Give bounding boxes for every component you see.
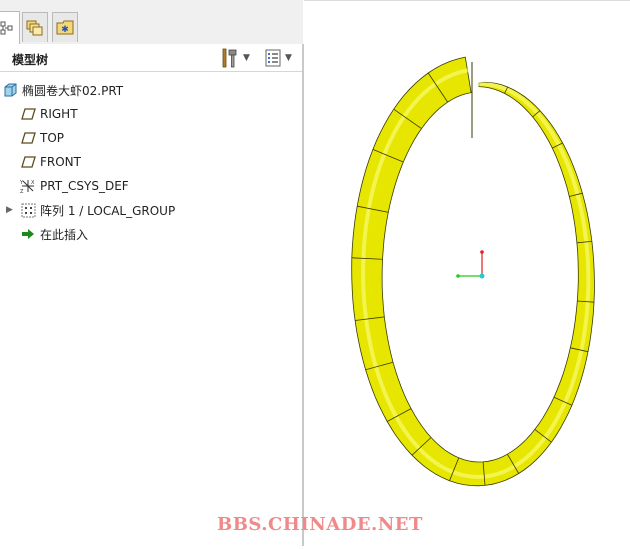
- display-dropdown-button[interactable]: ▼: [265, 47, 292, 69]
- pattern-icon: [20, 202, 36, 218]
- chevron-down-icon: ▼: [243, 53, 250, 63]
- model-3d-render: [351, 56, 595, 487]
- y-axis-tip: [480, 250, 484, 254]
- coordinate-system-icon: Y X Z: [20, 178, 36, 194]
- tree-item-right[interactable]: RIGHT: [0, 102, 303, 126]
- expand-arrow-icon[interactable]: ▶: [6, 205, 20, 215]
- coordinate-system-triad: [456, 250, 485, 279]
- chevron-down-icon: ▼: [285, 53, 292, 63]
- svg-text:Z: Z: [20, 189, 24, 194]
- tab-layers[interactable]: [22, 12, 48, 42]
- navigator-tab-bar: ✱: [0, 0, 303, 45]
- model-tree-icon: [0, 21, 13, 35]
- tab-favorites[interactable]: ✱: [52, 12, 78, 42]
- tree-item-label: TOP: [40, 131, 65, 145]
- model-tree: 椭圆卷大虾02.PRT RIGHT TOP FRONT Y X Z PRT_CS…: [0, 78, 303, 246]
- tree-item-label: 阵列 1 / LOCAL_GROUP: [40, 203, 176, 218]
- settings-dropdown-button[interactable]: ▼: [221, 47, 250, 69]
- graphics-viewport[interactable]: [304, 0, 630, 546]
- layers-icon: [26, 20, 43, 35]
- favorites-folder-icon: ✱: [56, 20, 74, 35]
- settings-tools-icon: [222, 48, 237, 68]
- tree-item-pattern[interactable]: ▶ 阵列 1 / LOCAL_GROUP: [0, 198, 303, 222]
- model-tree-header: 模型树 ▼ ▼: [0, 44, 303, 72]
- x-axis-tip: [456, 274, 460, 278]
- panel-title: 模型树: [12, 53, 49, 67]
- watermark-text: BBS.CHINADE.NET: [217, 514, 423, 535]
- tree-item-label: 椭圆卷大虾02.PRT: [22, 83, 124, 98]
- datum-plane-icon: [20, 106, 36, 122]
- datum-plane-icon: [20, 130, 36, 146]
- tree-item-label: PRT_CSYS_DEF: [40, 179, 129, 193]
- origin-point: [479, 273, 485, 279]
- tree-item-label: RIGHT: [40, 107, 78, 121]
- ring-body: [351, 56, 595, 487]
- tree-item-label: FRONT: [40, 155, 81, 169]
- tree-display-icon: [265, 49, 281, 67]
- datum-plane-icon: [20, 154, 36, 170]
- insert-here-arrow-icon: [20, 226, 36, 242]
- tree-item-part[interactable]: 椭圆卷大虾02.PRT: [0, 78, 303, 102]
- tree-item-label: 在此插入: [40, 227, 89, 242]
- elliptical-shrimp-ring-model: [351, 56, 595, 487]
- viewport-border: [304, 0, 630, 1]
- tree-item-insert-here[interactable]: 在此插入: [0, 222, 303, 246]
- svg-text:✱: ✱: [61, 25, 69, 35]
- part-icon: [2, 82, 18, 98]
- tab-model-tree[interactable]: [0, 11, 20, 44]
- svg-text:X: X: [31, 180, 35, 186]
- tree-item-top[interactable]: TOP: [0, 126, 303, 150]
- tree-item-front[interactable]: FRONT: [0, 150, 303, 174]
- tree-item-csys[interactable]: Y X Z PRT_CSYS_DEF: [0, 174, 303, 198]
